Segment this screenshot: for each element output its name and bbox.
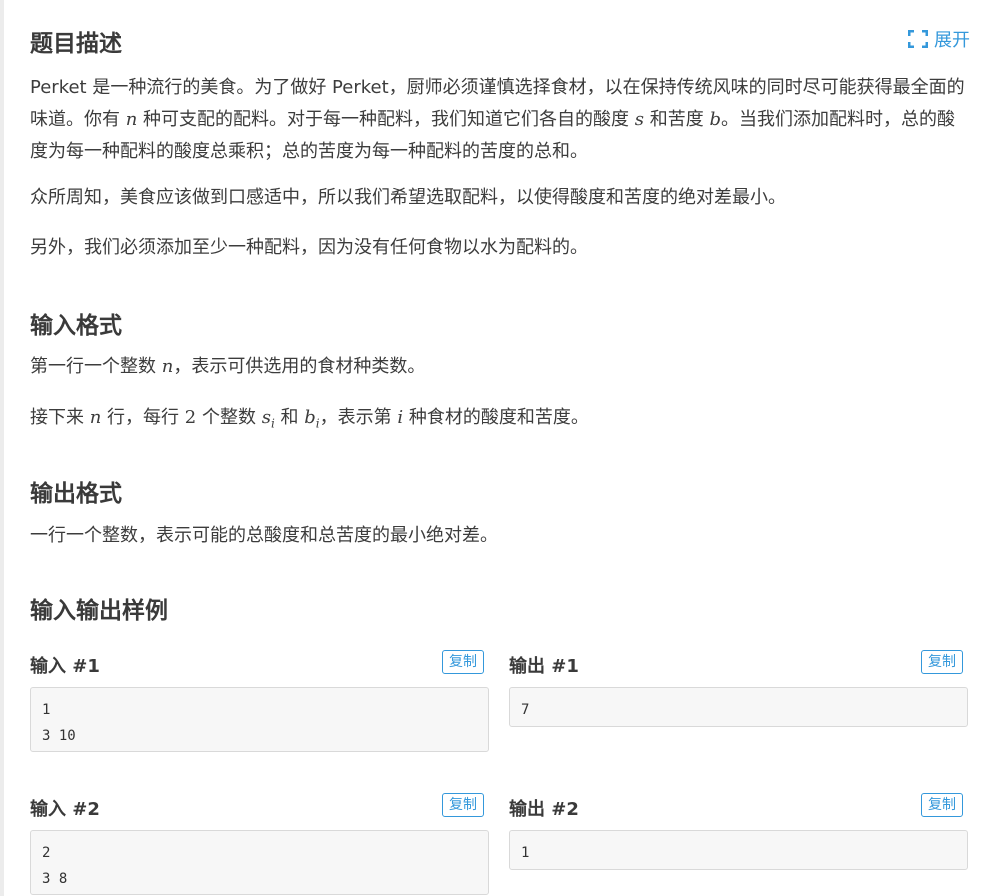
samples-title: 输入输出样例: [30, 598, 168, 624]
description-title: 题目描述: [30, 31, 122, 57]
description-paragraph-3: 另外，我们必须添加至少一种配料，因为没有任何食物以水为配料的。: [30, 237, 588, 258]
sample-2-output-label: 输出 #2: [509, 799, 579, 820]
input-format-title: 输入格式: [30, 313, 122, 339]
sample-1-output-box[interactable]: 7: [509, 687, 968, 727]
problem-card: 题目描述 展开 Perket 是一种流行的美食。为了做好 Perket，厨师必须…: [4, 0, 996, 896]
var-b: b: [709, 109, 722, 130]
sample-2-input-copy-button[interactable]: 复制: [442, 793, 484, 817]
sample-1-output-label: 输出 #1: [509, 656, 579, 677]
sample-1-input-label: 输入 #1: [30, 656, 100, 677]
output-format-text: 一行一个整数，表示可能的总酸度和总苦度的最小绝对差。: [30, 525, 498, 546]
sample-2-output-copy-button[interactable]: 复制: [921, 793, 963, 817]
input-format-line-2: 接下来 n 行，每行 2 个整数 si 和 bi，表示第 i 种食材的酸度和苦度…: [30, 407, 589, 431]
var-n: n: [125, 109, 138, 130]
expand-icon: [908, 30, 928, 48]
sample-1-output-copy-button[interactable]: 复制: [921, 650, 963, 674]
var-s: s: [634, 109, 645, 130]
sample-2-output-box[interactable]: 1: [509, 830, 968, 870]
description-paragraph-1: Perket 是一种流行的美食。为了做好 Perket，厨师必须谨慎选择食材，以…: [30, 77, 965, 162]
expand-label: 展开: [934, 30, 970, 51]
sample-1-input-box[interactable]: 13 10: [30, 687, 489, 752]
input-format-line-1: 第一行一个整数 n，表示可供选用的食材种类数。: [30, 356, 426, 377]
expand-button[interactable]: 展开: [908, 25, 970, 53]
output-format-title: 输出格式: [30, 481, 122, 507]
sample-1-input-copy-button[interactable]: 复制: [442, 650, 484, 674]
sample-2-input-box[interactable]: 23 8: [30, 830, 489, 895]
description-paragraph-2: 众所周知，美食应该做到口感适中，所以我们希望选取配料，以使得酸度和苦度的绝对差最…: [30, 187, 786, 208]
sample-2-input-label: 输入 #2: [30, 799, 100, 820]
